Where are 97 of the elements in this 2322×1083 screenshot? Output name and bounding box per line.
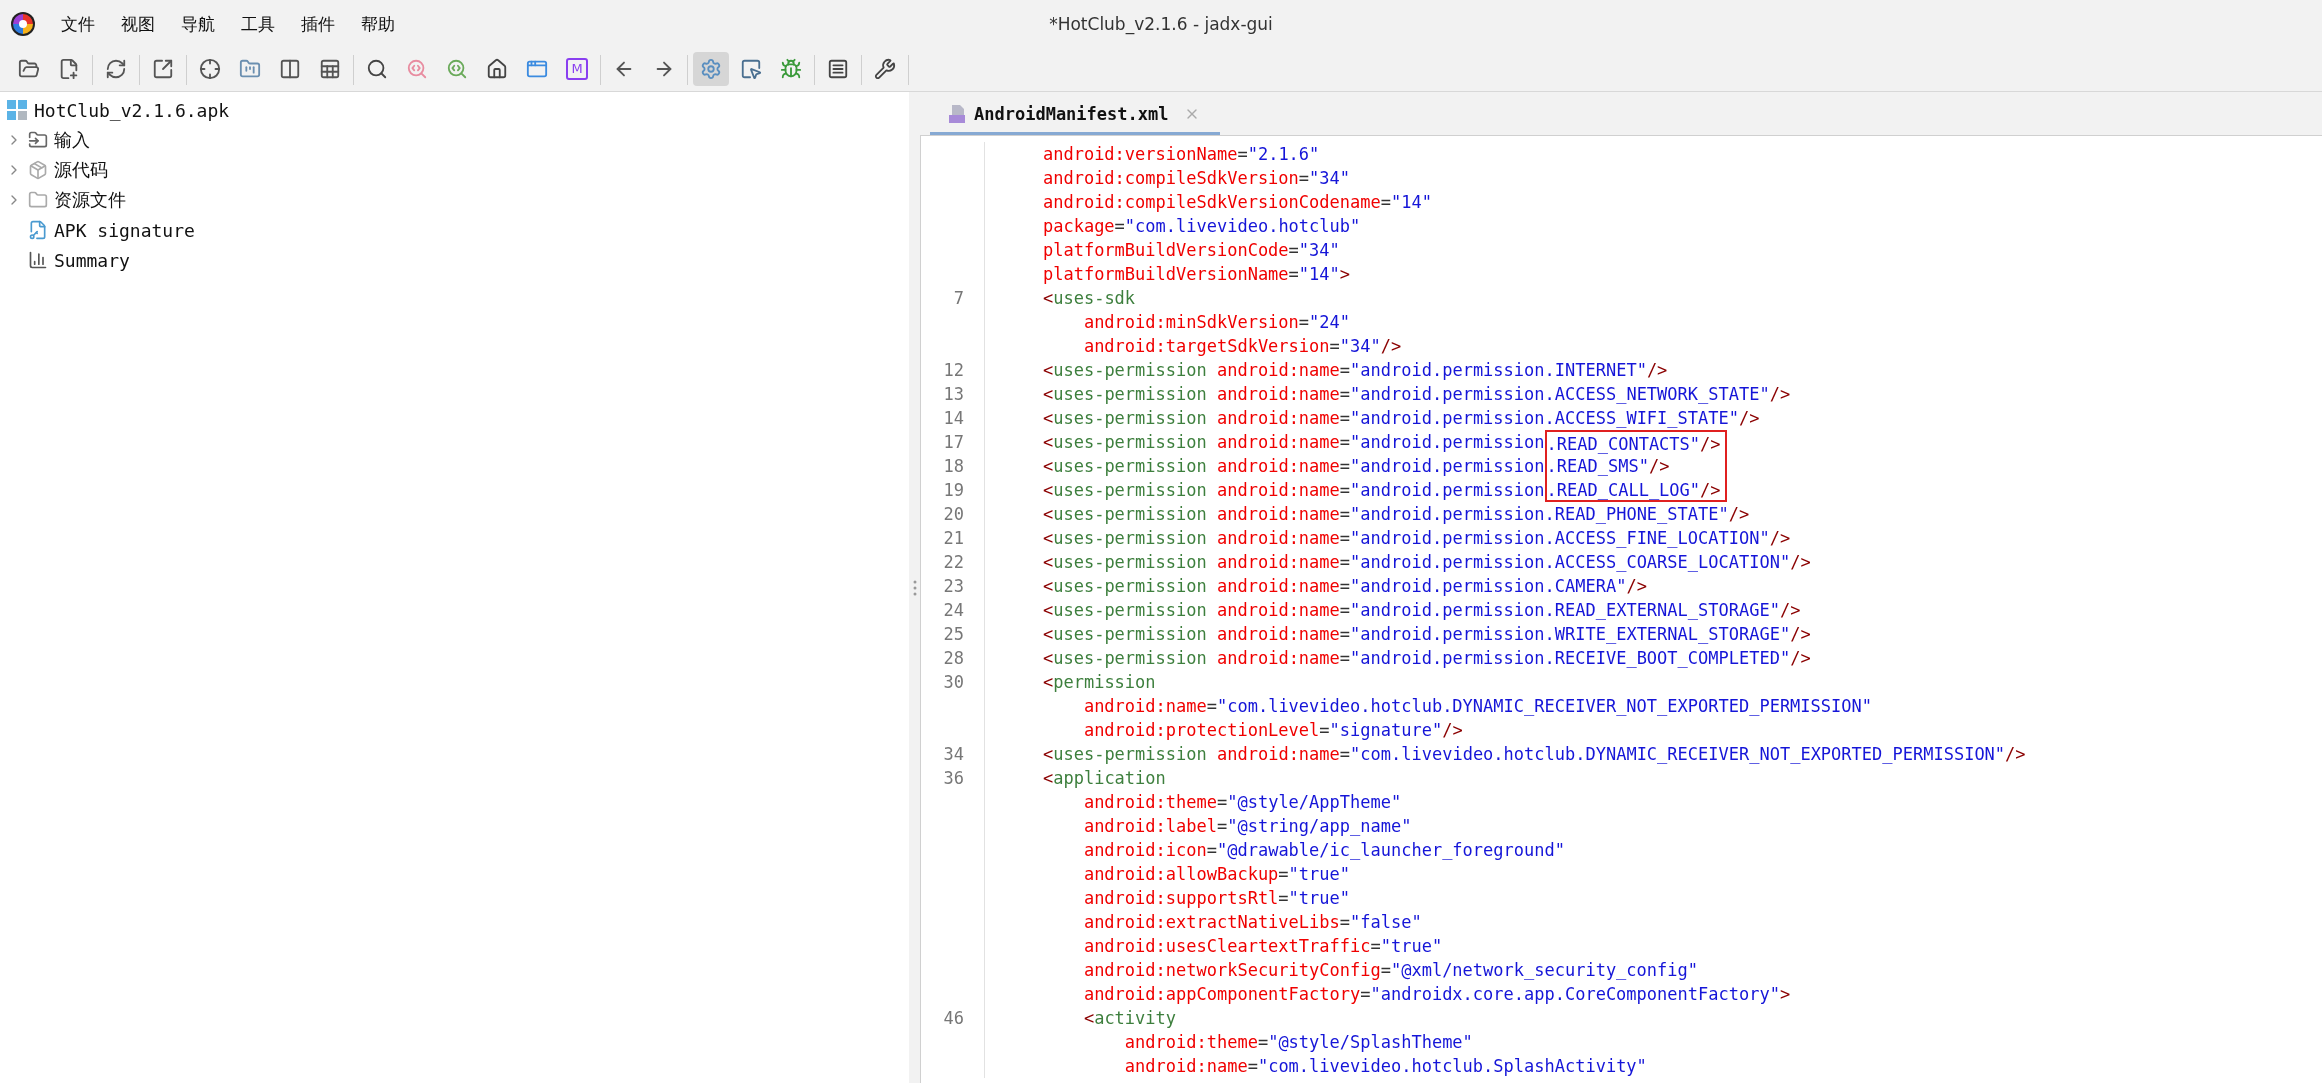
line-number: 24	[943, 599, 964, 622]
menu-item[interactable]: 导航	[170, 8, 226, 40]
code-line: android:targetSdkVersion="34"/>	[1082, 335, 1402, 358]
code-line: android:name="com.livevideo.hotclub.DYNAMIC_RECEIVER_NOT_EXPORTED_PERMISSION"	[1082, 695, 1872, 718]
code-line: <uses-permission android:name="android.permission.CAMERA"/>	[1041, 575, 1647, 598]
code-line: <uses-sdk	[1041, 287, 1136, 310]
grid-icon	[6, 99, 28, 121]
folder-grid-icon	[239, 57, 261, 80]
code-line: android:minSdkVersion="24"	[1082, 311, 1351, 334]
code-line: <uses-permission android:name="android.permission.READ_EXTERNAL_STORAGE"/>	[1041, 599, 1801, 622]
home-icon	[486, 57, 508, 80]
code-line: <uses-permission android:name="android.permission.READ_SMS"/>	[985, 454, 1727, 478]
toolbar-button[interactable]: M	[559, 51, 595, 86]
code-line: android:name="com.livevideo.hotclub.SplashActivity"	[1123, 1055, 1647, 1078]
code-line: android:extractNativeLibs="false"	[1082, 911, 1422, 934]
code-line: <uses-permission android:name="android.permission.READ_CALL_LOG"/>	[985, 478, 1727, 502]
tree-item[interactable]: 源代码	[0, 155, 909, 185]
line-number: 46	[943, 1007, 964, 1030]
wrench-icon	[874, 57, 896, 80]
code-line: platformBuildVersionCode="34"	[1041, 239, 1340, 262]
code-line: <uses-permission android:name="android.permission.ACCESS_COARSE_LOCATION"/>	[1041, 551, 1811, 574]
table-icon	[319, 57, 341, 80]
code-line: <uses-permission android:name="android.permission.ACCESS_WIFI_STATE"/>	[1041, 407, 1760, 430]
columns-icon	[279, 57, 301, 80]
line-number: 30	[943, 671, 964, 694]
code-line: android:appComponentFactory="androidx.core.app.CoreComponentFactory">	[1082, 983, 1791, 1006]
search-icon	[366, 57, 388, 80]
menu-item[interactable]: 工具	[230, 8, 286, 40]
export-icon	[152, 57, 174, 80]
folder-icon	[28, 130, 48, 150]
refresh-icon	[105, 57, 127, 80]
line-number: 28	[943, 647, 964, 670]
list-icon	[827, 57, 849, 80]
key-file-icon	[28, 220, 48, 240]
code-line: android:usesCleartextTraffic="true"	[1082, 935, 1443, 958]
crosshair-icon	[199, 57, 221, 80]
menu-item[interactable]: 插件	[290, 8, 346, 40]
code-line: android:label="@string/app_name"	[1082, 815, 1412, 838]
tree-item[interactable]: 输入	[0, 125, 909, 155]
code-line: android:networkSecurityConfig="@xml/network_security_config"	[1082, 959, 1698, 982]
chart-icon	[28, 250, 48, 270]
package-icon	[28, 160, 48, 180]
line-number: 7	[953, 287, 964, 310]
menu-item[interactable]: 帮助	[350, 8, 406, 40]
window-title: *HotClub_v2.1.6 - jadx-gui	[1049, 14, 1273, 34]
code-line: <uses-permission android:name="android.permission.INTERNET"/>	[1041, 359, 1668, 382]
line-number: 17	[943, 431, 964, 454]
code-line: <uses-permission android:name="android.permission.RECEIVE_BOOT_COMPLETED"/>	[1041, 647, 1811, 670]
code-line: <uses-permission android:name="android.permission.ACCESS_NETWORK_STATE"/>	[1041, 383, 1791, 406]
line-number: 22	[943, 551, 964, 574]
search-icon	[446, 57, 468, 80]
app-logo-icon	[10, 11, 36, 37]
code-line: <uses-permission android:name="com.livevideo.hotclub.DYNAMIC_RECEIVER_NOT_EXPORTED_PERMISSION"/>	[1041, 743, 2026, 766]
line-number: 34	[943, 743, 964, 766]
code-line: package="com.livevideo.hotclub"	[1041, 215, 1361, 238]
code-line: android:compileSdkVersion="34"	[1041, 167, 1351, 190]
code-line: platformBuildVersionName="14">	[1041, 263, 1351, 286]
code-line: android:compileSdkVersionCodename="14"	[1041, 191, 1432, 214]
line-number: 23	[943, 575, 964, 598]
tree-item[interactable]: HotClub_v2.1.6.apk	[0, 95, 909, 125]
line-number: 12	[943, 359, 964, 382]
bug-icon	[780, 57, 802, 80]
line-number: 14	[943, 407, 964, 430]
code-line: android:theme="@style/AppTheme"	[1082, 791, 1402, 814]
tree-item[interactable]: APK signature	[0, 215, 909, 245]
code-line: <uses-permission android:name="android.permission.READ_PHONE_STATE"/>	[1041, 503, 1750, 526]
line-number: 18	[943, 455, 964, 478]
code-line: android:theme="@style/SplashTheme"	[1123, 1031, 1473, 1054]
menu-item[interactable]: 文件	[50, 8, 106, 40]
file-plus-icon	[58, 57, 80, 80]
line-number: 21	[943, 527, 964, 550]
splitter-handle-icon[interactable]	[912, 579, 917, 596]
line-number: 19	[943, 479, 964, 502]
tree-item[interactable]: 资源文件	[0, 185, 909, 215]
code-line: <uses-permission android:name="android.permission.WRITE_EXTERNAL_STORAGE"/>	[1041, 623, 1811, 646]
code-line: <activity	[1082, 1007, 1177, 1030]
menu-item[interactable]: 视图	[110, 8, 166, 40]
search-icon	[406, 57, 428, 80]
page-pointer-icon	[740, 57, 762, 80]
code-line: <uses-permission android:name="android.permission.READ_CONTACTS"/>	[985, 430, 1727, 454]
line-number: 13	[943, 383, 964, 406]
code-line: <permission	[1041, 671, 1156, 694]
code-line: android:supportsRtl="true"	[1082, 887, 1351, 910]
line-number: 36	[943, 767, 964, 790]
code-line: android:protectionLevel="signature"/>	[1082, 719, 1463, 742]
code-line: <application	[1041, 767, 1166, 790]
file-icon	[948, 103, 966, 124]
code-line: android:allowBackup="true"	[1082, 863, 1351, 886]
code-line: android:versionName="2.1.6"	[1041, 143, 1320, 166]
line-number: 20	[943, 503, 964, 526]
code-line: <uses-permission android:name="android.permission.ACCESS_FINE_LOCATION"/>	[1041, 527, 1791, 550]
line-number: 25	[943, 623, 964, 646]
code-line: android:icon="@drawable/ic_launcher_foreground"	[1082, 839, 1565, 862]
folder-icon	[18, 57, 40, 80]
tree-item[interactable]: Summary	[0, 245, 909, 275]
settings-icon	[700, 57, 722, 80]
folder-icon	[28, 190, 48, 210]
